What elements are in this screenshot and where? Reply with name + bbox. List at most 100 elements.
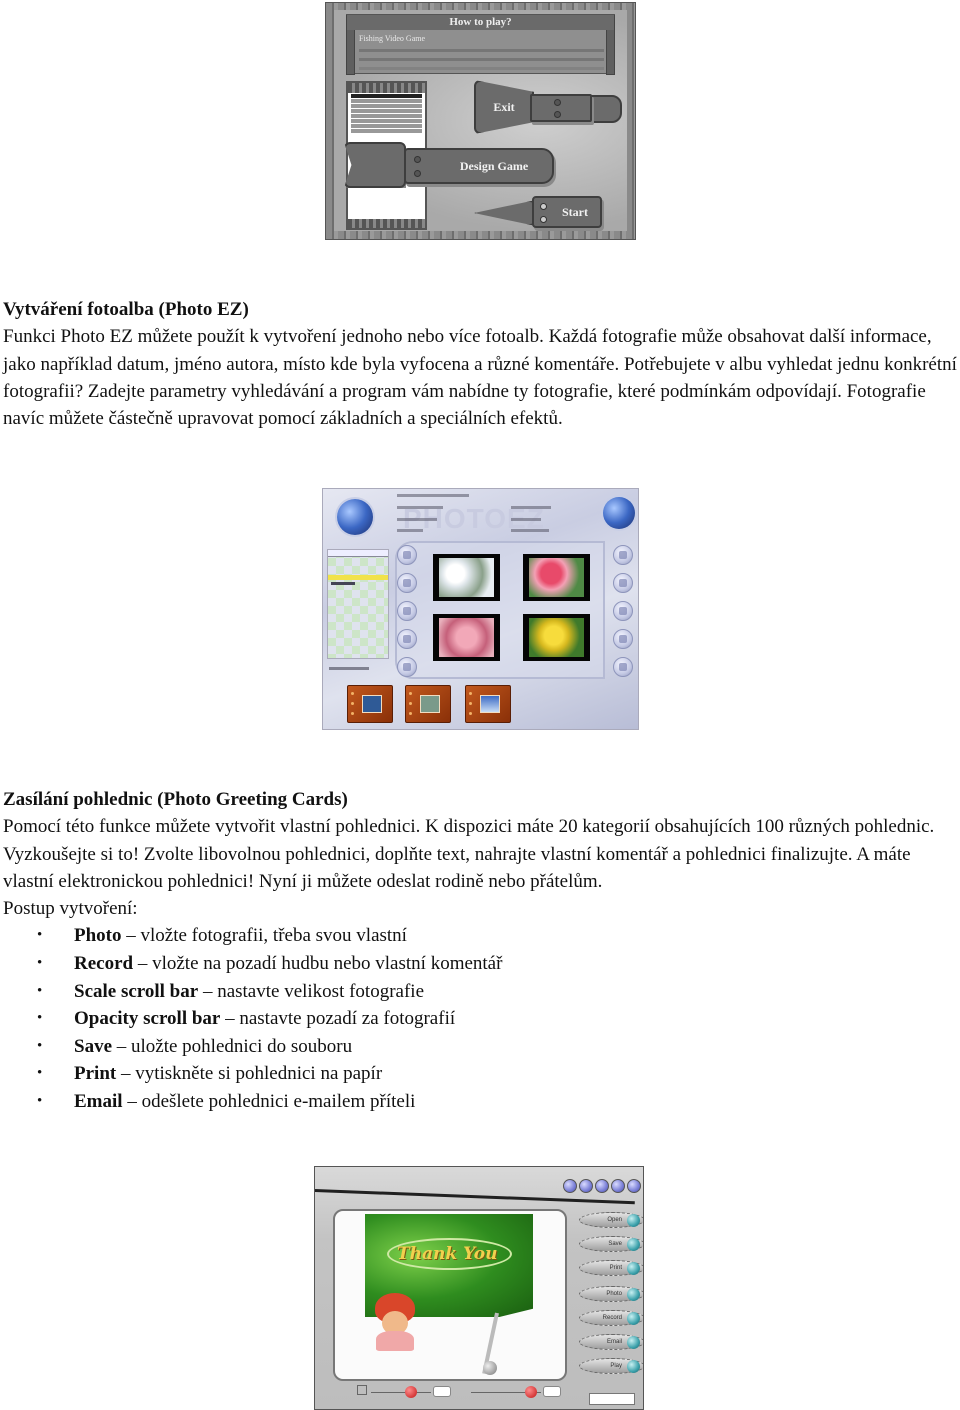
fish-eye-icon [540, 216, 547, 223]
bullet-icon: • [37, 982, 43, 999]
list-item: • Email – odešlete pohlednici e-mailem př… [3, 1088, 958, 1116]
how-to-play-title: How to play? [347, 15, 614, 30]
scale-slider-thumb[interactable] [405, 1386, 417, 1398]
step-term: Email [74, 1091, 123, 1113]
album-dropdown[interactable] [328, 550, 388, 557]
status-box [589, 1393, 635, 1405]
step-desc: – nastavte pozadí za fotografií [220, 1008, 456, 1030]
baby-body [376, 1331, 414, 1351]
photo-icon [627, 1288, 640, 1301]
list-item-selected[interactable] [351, 94, 422, 98]
photo-button[interactable]: Photo [579, 1286, 643, 1302]
toolbar-button[interactable] [611, 1179, 625, 1193]
step-desc: – vytiskněte si pohlednici na papír [116, 1063, 383, 1085]
stem-knob [483, 1361, 497, 1375]
tool-button[interactable] [613, 601, 633, 621]
instruction-text-line [359, 49, 604, 52]
tool-button[interactable] [397, 629, 417, 649]
toolbar-button[interactable] [579, 1179, 593, 1193]
fishing-game-screenshot: How to play? Fishing Video Game Exit Des… [325, 2, 636, 240]
step-desc: – uložte pohlednici do souboru [112, 1035, 353, 1057]
greeting-card-screenshot: Thank You Open Save Print Photo Record E… [314, 1166, 644, 1410]
game-background: How to play? Fishing Video Game Exit Des… [334, 10, 627, 231]
list-item: • Save – uložte pohlednici do souboru [3, 1033, 958, 1061]
how-to-play-panel: How to play? Fishing Video Game [346, 14, 615, 75]
list-item[interactable] [351, 119, 422, 123]
step-term: Record [74, 953, 134, 975]
tool-button[interactable] [613, 545, 633, 565]
album-book[interactable] [347, 685, 393, 723]
photo-thumbnail[interactable] [523, 554, 590, 601]
tool-button[interactable] [613, 573, 633, 593]
scale-slider-track[interactable] [371, 1392, 431, 1393]
step-desc: – vložte na pozadí hudbu nebo vlastní ko… [133, 953, 503, 975]
step-term: Scale scroll bar [74, 980, 199, 1002]
list-item[interactable] [351, 129, 422, 133]
rivet [469, 692, 472, 695]
design-game-button[interactable]: Design Game [404, 148, 554, 184]
button-label: Open [607, 1217, 622, 1223]
print-button[interactable]: Print [579, 1260, 643, 1276]
list-item[interactable] [351, 109, 422, 113]
photo-thumbnail[interactable] [433, 614, 500, 661]
globe-icon[interactable] [337, 499, 373, 535]
photo-pink-flowers [439, 618, 494, 657]
list-item[interactable] [351, 99, 422, 103]
album-item-selected[interactable] [328, 575, 388, 580]
tool-button[interactable] [397, 545, 417, 565]
start-button[interactable]: Start [532, 196, 602, 228]
bullet-icon: • [37, 1065, 43, 1082]
exit-fish-tail [588, 95, 622, 123]
album-cover-image [420, 695, 440, 713]
tool-button[interactable] [613, 657, 633, 677]
globe-icon[interactable] [603, 497, 635, 529]
card-canvas: Thank You [333, 1209, 567, 1381]
tool-button[interactable] [397, 657, 417, 677]
list-item[interactable] [351, 104, 422, 108]
toolbar-button[interactable] [627, 1179, 641, 1193]
section-heading: Zasílání pohlednic (Photo Greeting Cards… [3, 789, 348, 810]
album-book[interactable] [405, 685, 451, 723]
tool-button[interactable] [613, 629, 633, 649]
rivet [351, 692, 354, 695]
toolbar-button[interactable] [563, 1179, 577, 1193]
record-button[interactable]: Record [579, 1310, 643, 1326]
button-label: Save [608, 1241, 622, 1247]
list-footer [348, 219, 425, 228]
toolbar-button[interactable] [595, 1179, 609, 1193]
list-item[interactable] [351, 114, 422, 118]
info-text-line [511, 529, 549, 532]
album-list[interactable] [327, 549, 389, 659]
fish-eye-icon [414, 156, 421, 163]
opacity-slider-thumb[interactable] [525, 1386, 537, 1398]
exit-button[interactable]: Exit [474, 80, 534, 134]
step-term: Photo [74, 925, 122, 947]
list-item[interactable] [351, 124, 422, 128]
rivet [409, 692, 412, 695]
album-item[interactable] [331, 582, 355, 585]
steps-list: • Photo – vložte fotografii, třeba svou v… [3, 922, 958, 1115]
bullet-icon: • [37, 1037, 43, 1054]
rivet [351, 702, 354, 705]
info-text-line [511, 506, 551, 509]
start-label: Start [562, 204, 588, 219]
info-text-line [511, 518, 541, 521]
exit-label: Exit [493, 99, 515, 114]
list-header [348, 83, 425, 93]
email-button[interactable]: Email [579, 1334, 643, 1350]
button-label: Photo [606, 1291, 622, 1297]
exit-fish-body [530, 94, 592, 122]
rivet [469, 702, 472, 705]
tool-button[interactable] [397, 601, 417, 621]
tool-button[interactable] [397, 573, 417, 593]
bullet-icon: • [37, 955, 43, 972]
album-book[interactable] [465, 685, 511, 723]
design-game-fish-tail [344, 142, 406, 188]
photo-thumbnail[interactable] [433, 554, 500, 601]
fish-eye-icon [414, 170, 421, 177]
play-button[interactable]: Play [579, 1358, 643, 1374]
baby-photo [373, 1293, 417, 1351]
save-button[interactable]: Save [579, 1236, 643, 1252]
open-button[interactable]: Open [579, 1212, 643, 1228]
photo-thumbnail[interactable] [523, 614, 590, 661]
